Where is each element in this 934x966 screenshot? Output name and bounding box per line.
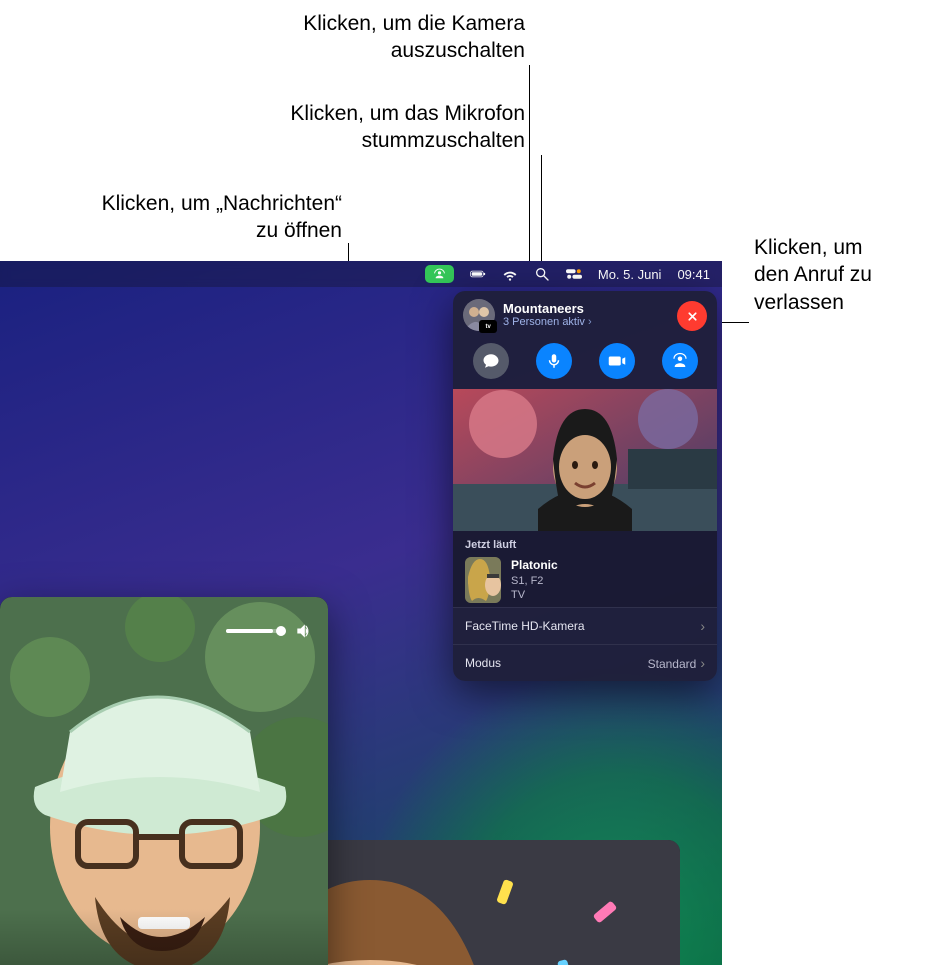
tv-volume-slider[interactable]	[226, 621, 314, 641]
callout-open-messages: Klicken, um „Nachrichten“ zu öffnen	[40, 190, 342, 245]
menubar-date[interactable]: Mo. 5. Juni	[598, 267, 662, 282]
shareplay-pill[interactable]	[425, 265, 454, 283]
mute-mic-button[interactable]	[536, 343, 572, 379]
mode-row-value: Standard	[648, 657, 697, 671]
now-playing-row[interactable]: Platonic S1, F2 TV	[465, 557, 705, 603]
camera-selector-row[interactable]: FaceTime HD-Kamera ›	[453, 607, 717, 644]
leave-call-button[interactable]	[677, 301, 707, 331]
mode-row-label: Modus	[465, 656, 501, 670]
control-center-icon[interactable]	[566, 266, 582, 282]
leader-line	[718, 322, 749, 323]
camera-icon	[608, 352, 626, 370]
now-playing-label: Jetzt läuft	[465, 539, 705, 551]
now-playing-title: Platonic	[511, 558, 558, 574]
battery-icon[interactable]	[470, 266, 486, 282]
facetime-subtitle: 3 Personen aktiv ›	[503, 316, 592, 328]
message-icon	[482, 352, 500, 370]
facetime-header[interactable]: tv Mountaneers 3 Personen aktiv ›	[453, 291, 717, 339]
mode-selector-row[interactable]: Modus Standard›	[453, 644, 717, 681]
chevron-right-icon: ›	[700, 655, 705, 671]
now-playing-episode: S1, F2	[511, 574, 558, 588]
callout-camera-off: Klicken, um die Kamera auszuschalten	[235, 10, 525, 65]
desktop: Mo. 5. Juni 09:41	[0, 261, 722, 965]
facetime-panel: tv Mountaneers 3 Personen aktiv ›	[453, 291, 717, 681]
facetime-button-row	[453, 339, 717, 389]
chevron-right-icon: ›	[700, 618, 705, 634]
shareplay-people-icon	[671, 352, 689, 370]
now-playing-section: Jetzt läuft Platonic S1, F2 TV	[453, 531, 717, 607]
facetime-self-preview[interactable]	[453, 389, 717, 531]
shareplay-icon	[433, 268, 446, 281]
now-playing-thumbnail	[465, 557, 501, 603]
shareplay-button[interactable]	[662, 343, 698, 379]
spotlight-icon[interactable]	[534, 266, 550, 282]
menubar-time[interactable]: 09:41	[677, 267, 710, 282]
messages-button[interactable]	[473, 343, 509, 379]
mic-icon	[545, 352, 563, 370]
volume-icon	[294, 621, 314, 641]
facetime-title: Mountaneers	[503, 302, 592, 316]
now-playing-source: TV	[511, 588, 558, 602]
tv-app-window[interactable]: Will −17:06	[0, 597, 328, 965]
camera-row-label: FaceTime HD-Kamera	[465, 619, 585, 633]
appletv-badge: tv	[479, 320, 497, 333]
close-icon	[686, 310, 699, 323]
callout-mute-mic: Klicken, um das Mikrofon stummzuschalten	[220, 100, 525, 155]
camera-toggle-button[interactable]	[599, 343, 635, 379]
menubar: Mo. 5. Juni 09:41	[0, 261, 722, 287]
wifi-icon[interactable]	[502, 266, 518, 282]
callout-leave-call: Klicken, um den Anruf zu verlassen	[754, 234, 924, 316]
